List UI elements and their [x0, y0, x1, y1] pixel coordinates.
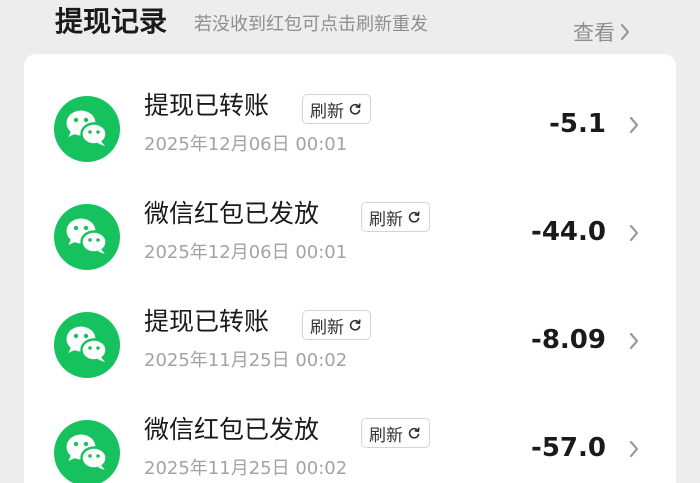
- view-all-label: 查看: [573, 21, 615, 45]
- refresh-button[interactable]: 刷新: [302, 310, 371, 340]
- refresh-icon: [349, 319, 361, 331]
- record-time: 2025年12月06日 00:01: [144, 242, 348, 263]
- record-time: 2025年11月25日 00:02: [144, 458, 348, 479]
- records-list: 提现已转账 刷新 2025年12月06日 00:01 -5.1 微信红包已发放 …: [24, 54, 676, 483]
- record-time: 2025年12月06日 00:01: [144, 134, 348, 155]
- records-header: 提现记录 若没收到红包可点击刷新重发 查看: [0, 0, 700, 54]
- chevron-right-icon: [620, 23, 630, 41]
- chevron-right-icon: [629, 224, 639, 242]
- view-all-link[interactable]: 查看: [573, 14, 631, 50]
- refresh-icon: [349, 103, 361, 115]
- refresh-button[interactable]: 刷新: [361, 418, 430, 448]
- record-row[interactable]: 提现已转账 刷新 2025年11月25日 00:02 -8.09: [24, 280, 676, 388]
- record-title: 微信红包已发放: [144, 199, 320, 228]
- refresh-button[interactable]: 刷新: [361, 202, 430, 232]
- record-row[interactable]: 微信红包已发放 刷新 2025年12月06日 00:01 -44.0: [24, 172, 676, 280]
- record-title: 微信红包已发放: [144, 415, 320, 444]
- record-amount: -5.1: [549, 109, 606, 139]
- refresh-icon: [408, 427, 420, 439]
- wechat-icon: [54, 204, 120, 270]
- refresh-label: 刷新: [369, 209, 403, 230]
- refresh-icon: [408, 211, 420, 223]
- chevron-right-icon: [629, 116, 639, 134]
- wechat-icon: [54, 312, 120, 378]
- record-time: 2025年11月25日 00:02: [144, 350, 348, 371]
- wechat-icon: [54, 420, 120, 483]
- refresh-button[interactable]: 刷新: [302, 94, 371, 124]
- refresh-label: 刷新: [310, 317, 344, 338]
- record-amount: -44.0: [531, 217, 606, 247]
- record-row[interactable]: 微信红包已发放 刷新 2025年11月25日 00:02 -57.0: [24, 388, 676, 483]
- record-title: 提现已转账: [144, 307, 270, 336]
- chevron-right-icon: [629, 440, 639, 458]
- chevron-right-icon: [629, 332, 639, 350]
- refresh-label: 刷新: [369, 425, 403, 446]
- record-row[interactable]: 提现已转账 刷新 2025年12月06日 00:01 -5.1: [24, 64, 676, 172]
- refresh-label: 刷新: [310, 101, 344, 122]
- page-title: 提现记录: [55, 5, 168, 38]
- record-title: 提现已转账: [144, 91, 270, 120]
- record-amount: -57.0: [531, 433, 606, 463]
- wechat-icon: [54, 96, 120, 162]
- withdrawal-records-page: 提现记录 若没收到红包可点击刷新重发 查看 提现已转账 刷新 2025年12月0…: [0, 0, 700, 483]
- page-subtitle: 若没收到红包可点击刷新重发: [194, 14, 428, 35]
- record-amount: -8.09: [531, 325, 606, 355]
